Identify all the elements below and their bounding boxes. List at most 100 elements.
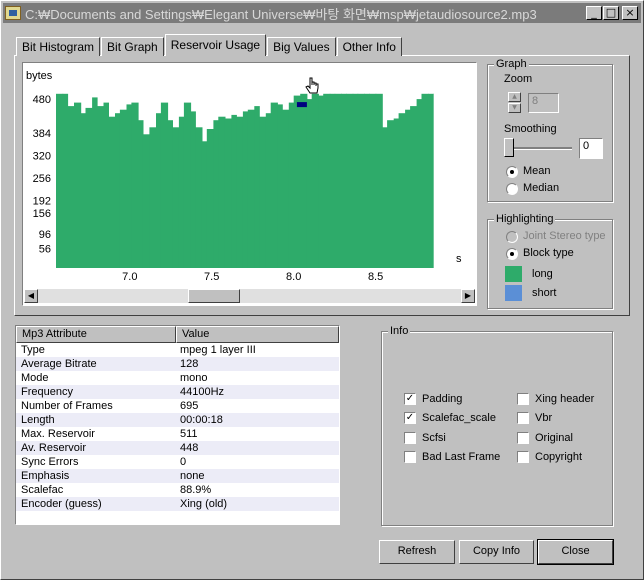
median-radio[interactable] bbox=[506, 183, 518, 195]
chart-area-segment bbox=[206, 129, 214, 268]
attribute-value: 00:00:18 bbox=[180, 414, 223, 426]
long-color-swatch bbox=[505, 266, 522, 282]
block-type-label[interactable]: Block type bbox=[523, 247, 574, 259]
table-row[interactable]: Frequency 44100Hz bbox=[16, 385, 339, 399]
chart-area-segment bbox=[282, 109, 290, 268]
zoom-down-icon[interactable]: ▼ bbox=[508, 103, 521, 113]
chart-area-segment bbox=[160, 102, 169, 268]
attribute-name: Frequency bbox=[21, 386, 73, 398]
chart-position-marker bbox=[296, 102, 307, 108]
scfsi-checkbox[interactable] bbox=[404, 432, 416, 444]
reservoir-chart[interactable]: 56 96 156 192 256 320 384 480 7.0 7.5 8.0 8.5 bytes s bbox=[22, 62, 477, 306]
y-tick-label: 192 bbox=[33, 195, 51, 207]
attribute-value: 448 bbox=[180, 442, 199, 454]
mp3-attribute-list[interactable]: Mp3 Attribute Value Type mpeg 1 layer III… bbox=[15, 325, 340, 525]
attribute-name: Type bbox=[21, 344, 45, 356]
bad-last-frame-label[interactable]: Bad Last Frame bbox=[422, 451, 500, 463]
mean-label[interactable]: Mean bbox=[523, 165, 551, 177]
chart-horizontal-scrollbar[interactable]: ◀ ▶ bbox=[24, 289, 475, 303]
smoothing-field[interactable]: 0 bbox=[579, 138, 603, 159]
chart-area-segment bbox=[352, 93, 359, 268]
bad-last-frame-checkbox[interactable] bbox=[404, 451, 416, 463]
chart-area-segment bbox=[80, 113, 87, 268]
y-tick-label: 320 bbox=[33, 150, 51, 162]
title-bar[interactable]: C:₩Documents and Settings₩Elegant Univer… bbox=[3, 3, 641, 23]
column-header-value[interactable]: Value bbox=[176, 326, 339, 343]
chart-area-segment bbox=[201, 141, 208, 268]
vbr-checkbox[interactable] bbox=[517, 412, 529, 424]
xing-header-checkbox[interactable] bbox=[517, 393, 529, 405]
chart-area-segment bbox=[247, 109, 255, 268]
scrollbar-thumb[interactable] bbox=[188, 289, 240, 303]
info-group: Info ✓ Padding ✓ Scalefac_scale Scfsi Ba… bbox=[381, 325, 613, 526]
xing-header-label[interactable]: Xing header bbox=[535, 393, 594, 405]
reservoir-chart-svg: 56 96 156192 256 320 384 480 7.0 7.5 8.0 8.5 bytes s bbox=[26, 70, 462, 283]
highlighting-group-label: Highlighting bbox=[494, 213, 556, 225]
chart-area-segment bbox=[62, 93, 69, 268]
smoothing-label: Smoothing bbox=[504, 123, 557, 135]
scfsi-label[interactable]: Scfsi bbox=[422, 432, 446, 444]
original-checkbox[interactable] bbox=[517, 432, 529, 444]
chart-area-segment bbox=[126, 104, 132, 269]
chart-area-segment bbox=[300, 93, 308, 268]
table-row[interactable]: Length 00:00:18 bbox=[16, 413, 339, 427]
mean-radio[interactable] bbox=[506, 166, 518, 178]
minimize-button[interactable]: _ bbox=[586, 6, 602, 20]
smoothing-slider-thumb[interactable] bbox=[504, 138, 514, 157]
scroll-left-icon[interactable]: ◀ bbox=[24, 289, 38, 303]
app-icon bbox=[5, 6, 21, 20]
tab-bit-graph[interactable]: Bit Graph bbox=[101, 37, 164, 56]
info-group-label: Info bbox=[388, 325, 411, 337]
zoom-field[interactable]: 8 bbox=[528, 93, 559, 113]
window-title: C:₩Documents and Settings₩Elegant Univer… bbox=[25, 6, 537, 22]
close-button[interactable]: Close bbox=[537, 539, 614, 565]
table-row[interactable]: Emphasis none bbox=[16, 469, 339, 483]
table-row[interactable]: Number of Frames 695 bbox=[16, 399, 339, 413]
attribute-value: mpeg 1 layer III bbox=[180, 344, 256, 356]
close-window-button[interactable]: × bbox=[622, 6, 638, 20]
tab-reservoir-usage[interactable]: Reservoir Usage bbox=[164, 34, 267, 56]
copyright-label[interactable]: Copyright bbox=[535, 451, 582, 463]
column-header-attribute[interactable]: Mp3 Attribute bbox=[16, 326, 176, 343]
padding-label[interactable]: Padding bbox=[422, 393, 462, 405]
tab-other-info[interactable]: Other Info bbox=[336, 37, 402, 56]
scalefac-scale-checkbox[interactable]: ✓ bbox=[404, 412, 416, 424]
chart-area-segment bbox=[277, 104, 283, 269]
table-row[interactable]: Type mpeg 1 layer III bbox=[16, 343, 339, 357]
table-row[interactable]: Average Bitrate 128 bbox=[16, 357, 339, 371]
zoom-up-icon[interactable]: ▲ bbox=[508, 92, 521, 102]
y-tick-label: 480 bbox=[33, 94, 51, 106]
chart-area-segment bbox=[346, 93, 354, 268]
joint-stereo-label[interactable]: Joint Stereo type bbox=[523, 230, 606, 242]
chart-area-segment bbox=[410, 106, 418, 268]
maximize-button[interactable]: □ bbox=[603, 6, 619, 20]
scroll-right-icon[interactable]: ▶ bbox=[461, 289, 475, 303]
table-row[interactable]: Encoder (guess) Xing (old) bbox=[16, 497, 339, 511]
refresh-button[interactable]: Refresh bbox=[379, 540, 455, 564]
table-row[interactable]: Mode mono bbox=[16, 371, 339, 385]
table-row[interactable]: Scalefac 88.9% bbox=[16, 483, 339, 497]
list-header: Mp3 Attribute Value bbox=[16, 326, 339, 343]
table-row[interactable]: Max. Reservoir 511 bbox=[16, 427, 339, 441]
chart-area-segment bbox=[190, 111, 196, 269]
smoothing-slider-track[interactable] bbox=[506, 147, 572, 150]
padding-checkbox[interactable]: ✓ bbox=[404, 393, 416, 405]
x-tick-label: 7.5 bbox=[204, 271, 219, 283]
short-color-swatch bbox=[505, 285, 522, 301]
tab-bit-histogram[interactable]: Bit Histogram bbox=[16, 37, 101, 56]
copyright-checkbox[interactable] bbox=[517, 451, 529, 463]
tab-big-values[interactable]: Big Values bbox=[267, 37, 336, 56]
list-rows: Type mpeg 1 layer III Average Bitrate 128 Mo… bbox=[16, 343, 339, 511]
block-type-radio[interactable] bbox=[506, 248, 518, 260]
table-row[interactable]: Sync Errors 0 bbox=[16, 455, 339, 469]
y-tick-label: 384 bbox=[33, 128, 51, 140]
joint-stereo-radio[interactable] bbox=[506, 231, 518, 243]
vbr-label[interactable]: Vbr bbox=[535, 412, 552, 424]
attribute-name: Sync Errors bbox=[21, 456, 79, 468]
scalefac-scale-label[interactable]: Scalefac_scale bbox=[422, 412, 496, 424]
table-row[interactable]: Av. Reservoir 448 bbox=[16, 441, 339, 455]
chart-area-segment bbox=[341, 93, 347, 268]
original-label[interactable]: Original bbox=[535, 432, 573, 444]
copy-info-button[interactable]: Copy Info bbox=[459, 540, 534, 564]
median-label[interactable]: Median bbox=[523, 182, 559, 194]
